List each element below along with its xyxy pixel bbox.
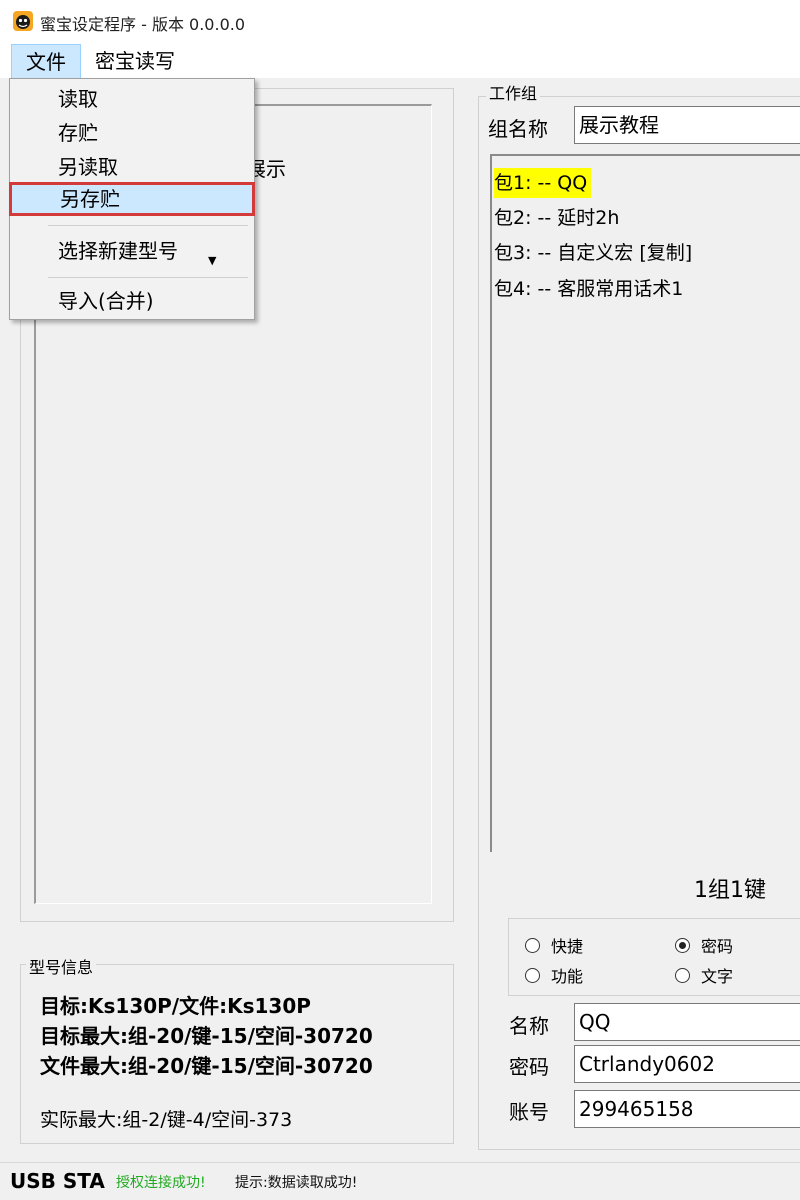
package-item[interactable]: 包2: -- 延时2h xyxy=(494,203,623,233)
menu-separator xyxy=(48,225,248,226)
name-label: 名称 xyxy=(509,1014,549,1038)
menu-item-read[interactable]: 读取 xyxy=(10,82,254,116)
password-input[interactable]: Ctrlandy0602 xyxy=(574,1045,800,1083)
auth-status: 授权连接成功! xyxy=(116,1175,206,1191)
package-item[interactable]: 包3: -- 自定义宏 [复制] xyxy=(494,238,696,268)
menu-separator xyxy=(48,277,248,278)
menu-key-read-write[interactable]: 密宝读写 xyxy=(86,44,184,78)
window-title: 蜜宝设定程序 - 版本 0.0.0.0 xyxy=(40,15,246,34)
account-label: 账号 xyxy=(509,1100,549,1124)
usb-status: USB STA xyxy=(10,1169,105,1193)
menu-bar: 文件 密宝读写 xyxy=(0,44,800,78)
radio-shortcut-label: 快捷 xyxy=(551,937,584,956)
package-list[interactable]: 包1: -- QQ 包2: -- 延时2h 包3: -- 自定义宏 [复制] 包… xyxy=(490,154,800,852)
work-group-legend: 工作组 xyxy=(486,80,541,104)
radio-text[interactable]: 文字 xyxy=(675,963,733,987)
radio-button[interactable] xyxy=(525,937,540,953)
model-info-legend: 型号信息 xyxy=(26,954,97,978)
radio-shortcut[interactable]: 快捷 xyxy=(525,933,583,957)
menu-file[interactable]: 文件 xyxy=(11,44,81,78)
menu-item-save[interactable]: 存贮 xyxy=(10,116,254,150)
radio-password-label: 密码 xyxy=(701,937,734,956)
menu-item-select-new-model[interactable]: 选择新建型号 ▼ xyxy=(10,234,254,268)
radio-function-label: 功能 xyxy=(551,967,584,986)
hint-status: 提示:数据读取成功! xyxy=(235,1175,358,1191)
group-key-indicator: 1组1键 xyxy=(694,878,766,903)
account-input[interactable]: 299465158 xyxy=(574,1090,800,1128)
name-input[interactable]: QQ xyxy=(574,1003,800,1041)
radio-button[interactable] xyxy=(525,967,540,983)
menu-item-import-merge[interactable]: 导入(合并) xyxy=(10,284,254,318)
app-logo-icon xyxy=(13,11,33,31)
model-target: 目标:Ks130P/文件:Ks130P xyxy=(40,994,311,1018)
menu-item-read-as[interactable]: 另读取 xyxy=(10,150,254,184)
radio-button[interactable] xyxy=(675,967,690,983)
model-target-max: 目标最大:组-20/键-15/空间-30720 xyxy=(40,1024,373,1048)
radio-text-label: 文字 xyxy=(701,967,734,986)
radio-password[interactable]: 密码 xyxy=(675,933,733,957)
group-name-label: 组名称 xyxy=(488,117,548,141)
package-item[interactable]: 包1: -- QQ xyxy=(494,168,592,198)
model-actual-max: 实际最大:组-2/键-4/空间-373 xyxy=(40,1109,293,1131)
menu-item-select-new-model-label: 选择新建型号 xyxy=(58,239,178,263)
menu-item-save-as[interactable]: 另存贮 xyxy=(9,182,255,216)
group-name-input[interactable]: 展示教程 xyxy=(574,106,800,144)
radio-button-checked[interactable] xyxy=(675,937,690,953)
file-menu-dropdown: 读取 存贮 另读取 另存贮 选择新建型号 ▼ 导入(合并) xyxy=(9,78,255,320)
password-label: 密码 xyxy=(509,1055,549,1079)
model-file-max: 文件最大:组-20/键-15/空间-30720 xyxy=(40,1054,373,1078)
radio-function[interactable]: 功能 xyxy=(525,963,583,987)
submenu-arrow-icon: ▼ xyxy=(208,254,217,267)
package-item[interactable]: 包4: -- 客服常用话术1 xyxy=(494,274,687,304)
